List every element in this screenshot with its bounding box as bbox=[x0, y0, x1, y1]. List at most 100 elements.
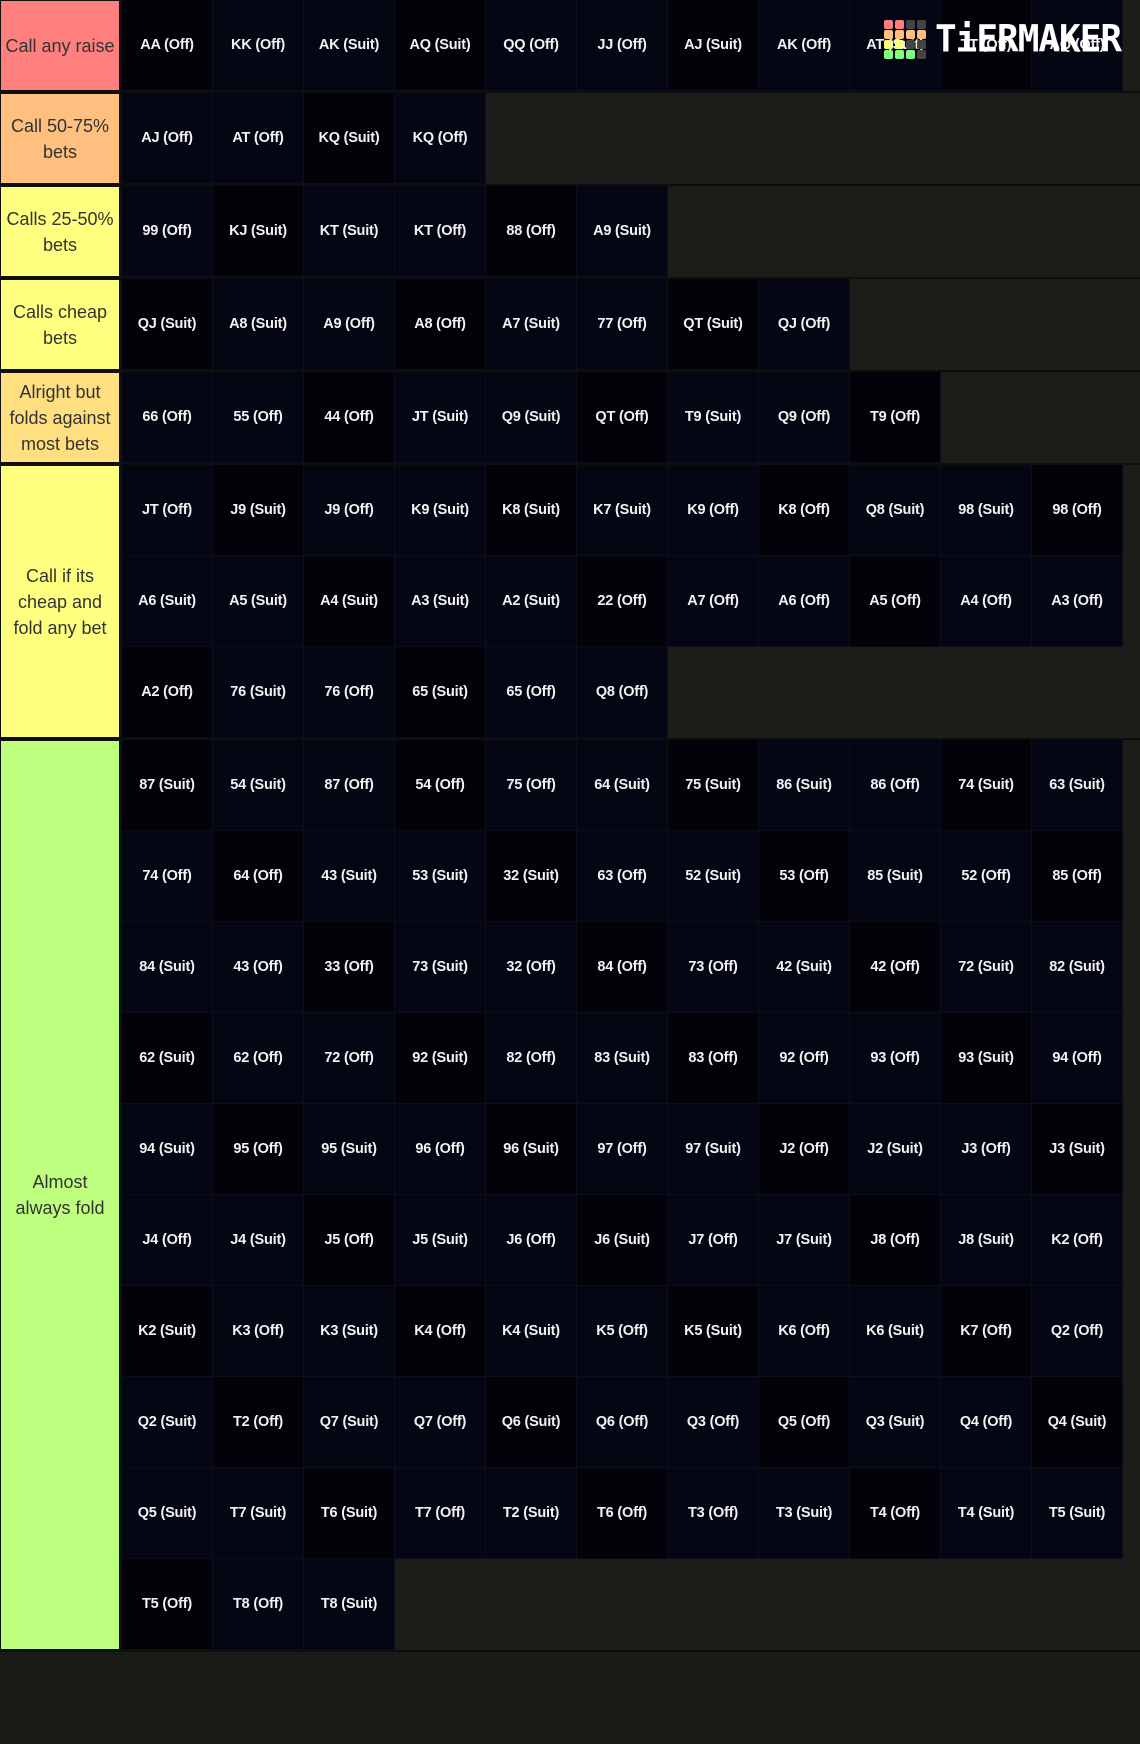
tier-item-card[interactable]: 92 (Suit) bbox=[395, 1013, 486, 1104]
tier-item-card[interactable]: 65 (Suit) bbox=[395, 647, 486, 738]
tier-item-card[interactable]: AJ (Off) bbox=[122, 93, 213, 184]
tier-item-card[interactable]: Q2 (Off) bbox=[1032, 1286, 1123, 1377]
tier-label[interactable]: Alright but folds against most bets bbox=[0, 372, 122, 463]
tier-item-card[interactable]: Q4 (Suit) bbox=[1032, 1377, 1123, 1468]
tier-item-card[interactable]: QJ (Off) bbox=[759, 279, 850, 370]
tier-item-card[interactable]: 82 (Suit) bbox=[1032, 922, 1123, 1013]
tier-item-card[interactable]: 75 (Suit) bbox=[668, 740, 759, 831]
tier-item-card[interactable]: 94 (Suit) bbox=[122, 1104, 213, 1195]
tier-item-card[interactable]: Q4 (Off) bbox=[941, 1377, 1032, 1468]
tier-item-card[interactable]: KK (Off) bbox=[213, 0, 304, 91]
tier-item-card[interactable]: A5 (Suit) bbox=[213, 556, 304, 647]
tier-item-card[interactable]: 42 (Suit) bbox=[759, 922, 850, 1013]
tier-item-card[interactable]: K9 (Suit) bbox=[395, 465, 486, 556]
tier-item-card[interactable]: 32 (Suit) bbox=[486, 831, 577, 922]
tier-item-card[interactable]: T9 (Off) bbox=[850, 372, 941, 463]
tier-item-card[interactable]: 85 (Off) bbox=[1032, 831, 1123, 922]
tier-item-card[interactable]: J6 (Suit) bbox=[577, 1195, 668, 1286]
tier-item-card[interactable]: K9 (Off) bbox=[668, 465, 759, 556]
tier-item-card[interactable]: Q8 (Off) bbox=[577, 647, 668, 738]
tier-item-card[interactable]: Q7 (Suit) bbox=[304, 1377, 395, 1468]
tier-item-card[interactable]: 76 (Off) bbox=[304, 647, 395, 738]
tier-item-card[interactable]: 73 (Off) bbox=[668, 922, 759, 1013]
tier-item-card[interactable]: 62 (Suit) bbox=[122, 1013, 213, 1104]
tier-item-card[interactable]: QQ (Off) bbox=[486, 0, 577, 91]
tier-label[interactable]: Almost always fold bbox=[0, 740, 122, 1650]
tier-item-card[interactable]: AA (Off) bbox=[122, 0, 213, 91]
tier-item-card[interactable]: 75 (Off) bbox=[486, 740, 577, 831]
tier-item-card[interactable]: J6 (Off) bbox=[486, 1195, 577, 1286]
tier-item-card[interactable]: A6 (Off) bbox=[759, 556, 850, 647]
tier-item-card[interactable]: 43 (Suit) bbox=[304, 831, 395, 922]
tier-item-card[interactable]: T3 (Off) bbox=[668, 1468, 759, 1559]
tier-item-card[interactable]: 63 (Suit) bbox=[1032, 740, 1123, 831]
tier-item-card[interactable]: A8 (Off) bbox=[395, 279, 486, 370]
tier-item-card[interactable]: T5 (Suit) bbox=[1032, 1468, 1123, 1559]
tier-item-card[interactable]: KQ (Suit) bbox=[304, 93, 395, 184]
tier-item-card[interactable]: T4 (Suit) bbox=[941, 1468, 1032, 1559]
tier-item-card[interactable]: T8 (Off) bbox=[213, 1559, 304, 1650]
tier-item-card[interactable]: 84 (Suit) bbox=[122, 922, 213, 1013]
tier-items-dropzone[interactable]: 99 (Off) KJ (Suit) KT (Suit) KT (Off) 88 (Of… bbox=[122, 186, 1140, 277]
tier-item-card[interactable]: 74 (Off) bbox=[122, 831, 213, 922]
tier-item-card[interactable]: 77 (Off) bbox=[577, 279, 668, 370]
tier-item-card[interactable]: T6 (Off) bbox=[577, 1468, 668, 1559]
tier-item-card[interactable]: 96 (Suit) bbox=[486, 1104, 577, 1195]
tier-item-card[interactable]: 86 (Suit) bbox=[759, 740, 850, 831]
tier-item-card[interactable]: K3 (Off) bbox=[213, 1286, 304, 1377]
tier-item-card[interactable]: 74 (Suit) bbox=[941, 740, 1032, 831]
tier-item-card[interactable]: J7 (Off) bbox=[668, 1195, 759, 1286]
tier-item-card[interactable]: A7 (Suit) bbox=[486, 279, 577, 370]
tier-item-card[interactable]: JT (Off) bbox=[122, 465, 213, 556]
tier-item-card[interactable]: 65 (Off) bbox=[486, 647, 577, 738]
tier-item-card[interactable]: A9 (Off) bbox=[304, 279, 395, 370]
tier-item-card[interactable]: 63 (Off) bbox=[577, 831, 668, 922]
tier-item-card[interactable]: 72 (Off) bbox=[304, 1013, 395, 1104]
tier-item-card[interactable]: 83 (Suit) bbox=[577, 1013, 668, 1104]
tier-item-card[interactable]: 55 (Off) bbox=[213, 372, 304, 463]
tier-item-card[interactable]: QT (Suit) bbox=[668, 279, 759, 370]
tier-item-card[interactable]: K8 (Off) bbox=[759, 465, 850, 556]
tier-label[interactable]: Calls 25-50% bets bbox=[0, 186, 122, 277]
tier-item-card[interactable]: J4 (Off) bbox=[122, 1195, 213, 1286]
tier-item-card[interactable]: T2 (Suit) bbox=[486, 1468, 577, 1559]
tier-items-dropzone[interactable]: 66 (Off) 55 (Off) 44 (Off) JT (Suit) Q9 (Sui… bbox=[122, 372, 1140, 463]
tier-item-card[interactable]: 52 (Suit) bbox=[668, 831, 759, 922]
tier-item-card[interactable]: KQ (Off) bbox=[395, 93, 486, 184]
tier-items-dropzone[interactable]: AJ (Off) AT (Off) KQ (Suit) KQ (Off) bbox=[122, 93, 1140, 184]
tier-item-card[interactable]: Q8 (Suit) bbox=[850, 465, 941, 556]
tier-item-card[interactable]: 94 (Off) bbox=[1032, 1013, 1123, 1104]
tier-item-card[interactable]: AK (Suit) bbox=[304, 0, 395, 91]
tier-item-card[interactable]: JT (Suit) bbox=[395, 372, 486, 463]
tier-item-card[interactable]: A6 (Suit) bbox=[122, 556, 213, 647]
tier-item-card[interactable]: K6 (Suit) bbox=[850, 1286, 941, 1377]
tier-label[interactable]: Call if its cheap and fold any bet bbox=[0, 465, 122, 738]
tier-item-card[interactable]: 44 (Off) bbox=[304, 372, 395, 463]
tier-item-card[interactable]: 84 (Off) bbox=[577, 922, 668, 1013]
tier-item-card[interactable]: 43 (Off) bbox=[213, 922, 304, 1013]
tier-item-card[interactable]: A8 (Suit) bbox=[213, 279, 304, 370]
tier-item-card[interactable]: A2 (Off) bbox=[122, 647, 213, 738]
tier-item-card[interactable]: 33 (Off) bbox=[304, 922, 395, 1013]
tier-item-card[interactable]: T8 (Suit) bbox=[304, 1559, 395, 1650]
tier-item-card[interactable]: 54 (Suit) bbox=[213, 740, 304, 831]
tier-label[interactable]: Call 50-75% bets bbox=[0, 93, 122, 184]
tier-item-card[interactable]: KJ (Suit) bbox=[213, 186, 304, 277]
tier-item-card[interactable]: J4 (Suit) bbox=[213, 1195, 304, 1286]
tier-item-card[interactable]: A7 (Off) bbox=[668, 556, 759, 647]
tier-item-card[interactable]: T7 (Off) bbox=[395, 1468, 486, 1559]
tier-item-card[interactable]: Q6 (Off) bbox=[577, 1377, 668, 1468]
tier-label[interactable]: Calls cheap bets bbox=[0, 279, 122, 370]
tier-item-card[interactable]: Q6 (Suit) bbox=[486, 1377, 577, 1468]
tier-item-card[interactable]: K4 (Off) bbox=[395, 1286, 486, 1377]
tier-item-card[interactable]: A9 (Suit) bbox=[577, 186, 668, 277]
tier-item-card[interactable]: 72 (Suit) bbox=[941, 922, 1032, 1013]
tier-item-card[interactable]: T9 (Suit) bbox=[668, 372, 759, 463]
tier-item-card[interactable]: 98 (Off) bbox=[1032, 465, 1123, 556]
tier-item-card[interactable]: K7 (Off) bbox=[941, 1286, 1032, 1377]
tier-item-card[interactable]: QJ (Suit) bbox=[122, 279, 213, 370]
tier-item-card[interactable]: 53 (Suit) bbox=[395, 831, 486, 922]
tier-item-card[interactable]: 64 (Off) bbox=[213, 831, 304, 922]
tier-item-card[interactable]: 88 (Off) bbox=[486, 186, 577, 277]
tier-item-card[interactable]: A5 (Off) bbox=[850, 556, 941, 647]
